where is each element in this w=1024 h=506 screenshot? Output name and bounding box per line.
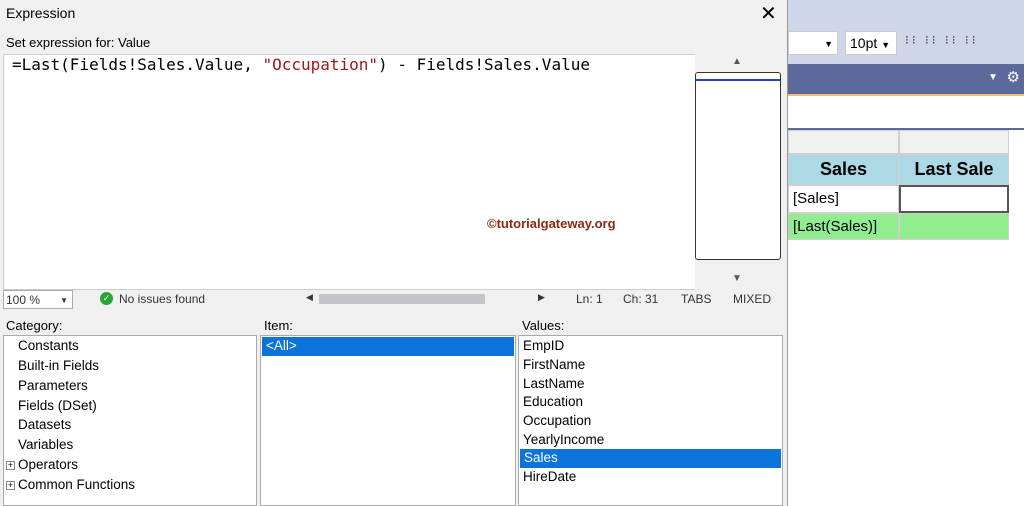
cell-selected[interactable]	[899, 185, 1009, 213]
handle-cell[interactable]	[788, 130, 899, 154]
tabs-mode: TABS	[681, 292, 712, 306]
check-icon: ✓	[100, 292, 113, 305]
issues-status: No issues found	[119, 292, 206, 306]
value-item-selected[interactable]: Sales	[520, 449, 781, 468]
cell-last-sales[interactable]: [Last(Sales)]	[788, 213, 899, 240]
report-table: Sales Last Sale [Sales] [Last(Sales)]	[788, 130, 1024, 506]
expression-text[interactable]: =Last(Fields!Sales.Value, "Occupation") …	[12, 55, 590, 74]
value-item[interactable]: Education	[519, 393, 782, 412]
scroll-up-icon[interactable]: ▲	[732, 56, 742, 67]
item-list[interactable]: <All>	[260, 335, 516, 506]
gear-icon[interactable]: ⚙	[1007, 68, 1020, 86]
category-constants[interactable]: Constants	[4, 337, 256, 356]
category-parameters[interactable]: Parameters	[4, 377, 256, 396]
align-icons[interactable]: ⁝⁝ ⁝⁝ ⁝⁝ ⁝⁝	[905, 33, 979, 47]
column-number: Ch: 31	[623, 292, 659, 306]
category-datasets[interactable]: Datasets	[4, 416, 256, 435]
horizontal-scrollbar-thumb[interactable]	[319, 294, 485, 304]
dialog-title: Expression	[6, 5, 76, 21]
expression-editor[interactable]	[3, 54, 783, 290]
value-item[interactable]: FirstName	[519, 356, 782, 375]
status-bar: 100 % ▼ ✓ No issues found ◀ ▶ Ln: 1 Ch: 3…	[3, 290, 783, 309]
header-sales[interactable]: Sales	[788, 154, 899, 185]
set-expression-label: Set expression for: Value	[6, 35, 151, 50]
value-item[interactable]: Occupation	[519, 412, 782, 431]
panel-header: ▼ ⚙	[788, 64, 1024, 94]
line-number: Ln: 1	[576, 292, 603, 306]
watermark: ©tutorialgateway.org	[487, 216, 616, 231]
font-combo[interactable]: ▼	[788, 31, 838, 55]
scroll-right-icon[interactable]: ▶	[538, 292, 545, 303]
category-label: Category:	[6, 318, 63, 333]
scroll-down-icon[interactable]: ▼	[732, 273, 742, 284]
handle-cell[interactable]	[899, 130, 1009, 154]
font-size-value: 10pt	[850, 35, 878, 51]
zoom-select[interactable]: 100 % ▼	[3, 290, 73, 309]
cell-empty-green[interactable]	[899, 213, 1009, 240]
category-common-functions[interactable]: Common Functions	[4, 476, 256, 495]
category-tree[interactable]: Constants Built-in Fields Parameters Fie…	[3, 335, 257, 506]
value-item[interactable]: YearlyIncome	[519, 431, 782, 450]
line-ending-mode: MIXED	[733, 292, 772, 306]
value-item[interactable]: LastName	[519, 375, 782, 394]
scroll-left-icon[interactable]: ◀	[306, 292, 313, 303]
value-item[interactable]: EmpID	[519, 337, 782, 356]
cell-sales[interactable]: [Sales]	[788, 185, 899, 213]
item-label: Item:	[264, 318, 293, 333]
expression-dialog: Expression ✕ Set expression for: Value =…	[0, 0, 788, 506]
minimap[interactable]	[695, 72, 781, 260]
category-operators[interactable]: Operators	[4, 456, 256, 475]
header-last-sale[interactable]: Last Sale	[899, 154, 1009, 185]
value-item[interactable]: HireDate	[519, 468, 782, 487]
font-size-combo[interactable]: 10pt ▼	[845, 31, 897, 55]
category-variables[interactable]: Variables	[4, 436, 256, 455]
close-icon[interactable]: ✕	[760, 1, 777, 26]
ruler-bar	[788, 94, 1024, 130]
category-fields[interactable]: Fields (DSet)	[4, 397, 256, 416]
item-all[interactable]: <All>	[262, 337, 514, 356]
dropdown-icon[interactable]: ▼	[988, 72, 998, 83]
category-built-in-fields[interactable]: Built-in Fields	[4, 357, 256, 376]
values-label: Values:	[522, 318, 565, 333]
values-list[interactable]: EmpID FirstName LastName Education Occup…	[518, 335, 783, 506]
